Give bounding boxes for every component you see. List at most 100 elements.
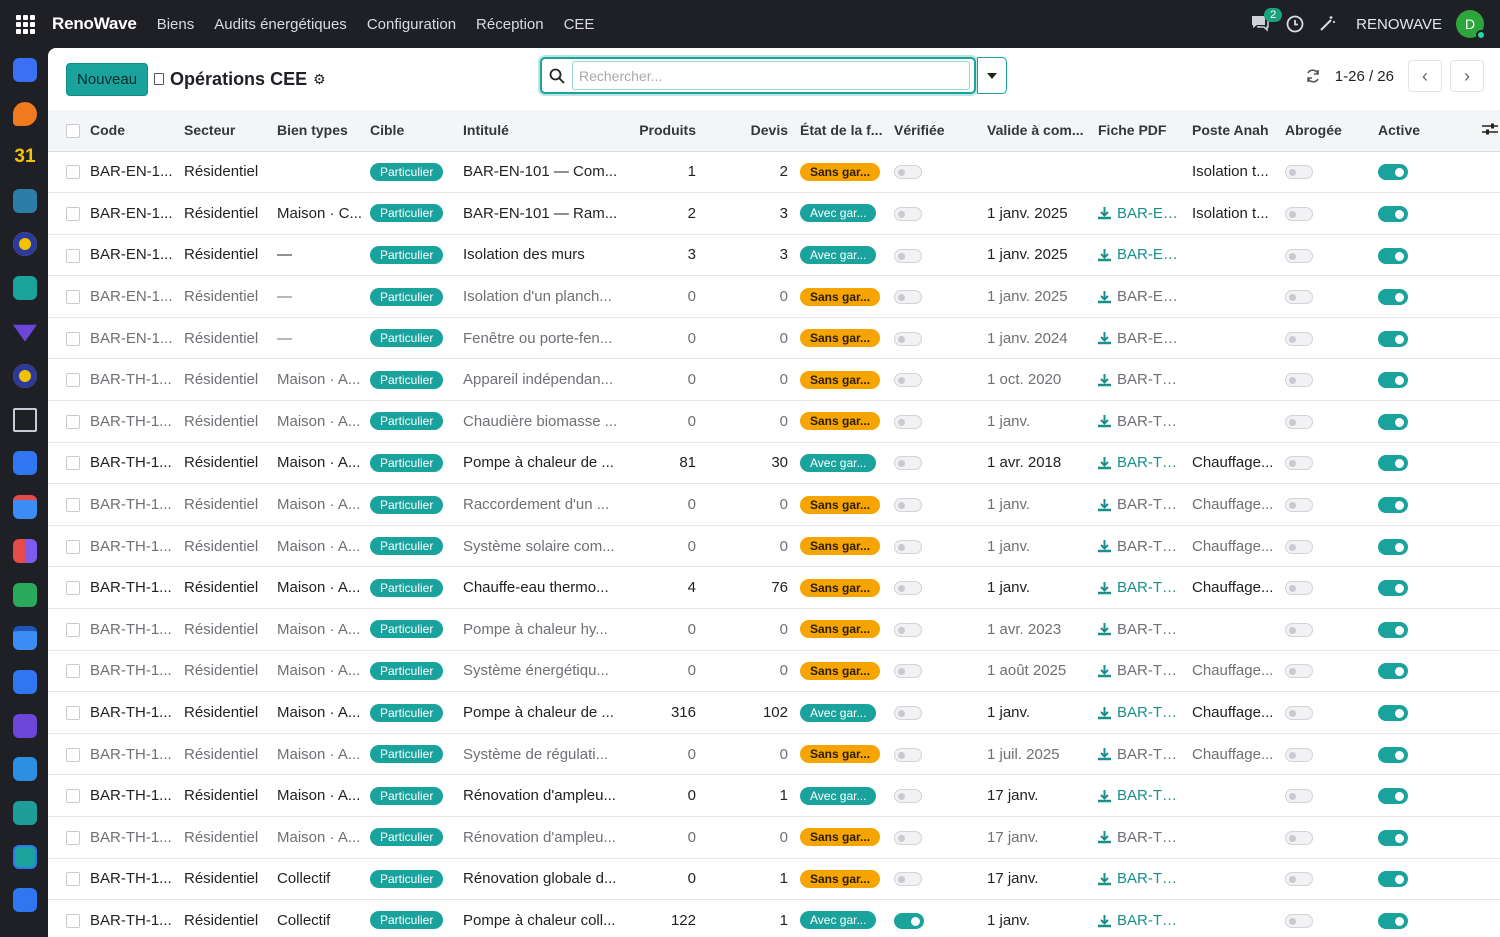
nav-biens[interactable]: Biens	[157, 16, 195, 33]
row-checkbox[interactable]	[66, 830, 80, 845]
table-row[interactable]: BAR-TH-1... Résidentiel Maison · A... Parti…	[48, 774, 1500, 817]
verifiee-toggle[interactable]	[894, 331, 922, 346]
contact-icon[interactable]	[13, 276, 37, 300]
row-checkbox[interactable]	[66, 456, 80, 471]
abrogee-toggle[interactable]	[1285, 664, 1313, 679]
col-intitule[interactable]: Intitulé	[457, 110, 633, 152]
row-checkbox[interactable]	[66, 373, 80, 388]
row-checkbox[interactable]	[66, 622, 80, 637]
verifiee-toggle[interactable]	[894, 373, 922, 388]
cell-fiche-pdf[interactable]: BAR-TH-1	[1092, 691, 1186, 734]
active-toggle[interactable]	[1378, 289, 1408, 306]
abrogee-toggle[interactable]	[1285, 706, 1313, 721]
search-input[interactable]	[572, 61, 970, 90]
verifiee-toggle[interactable]	[894, 206, 922, 221]
orange-chat-icon[interactable]	[13, 102, 37, 126]
table-row[interactable]: BAR-TH-1... Résidentiel Collectif Particuli…	[48, 899, 1500, 937]
verifiee-toggle[interactable]	[894, 414, 922, 429]
cell-fiche-pdf[interactable]: BAR-TH-1	[1092, 525, 1186, 568]
pdf-link[interactable]: BAR-TH-1	[1117, 912, 1186, 929]
abrogee-toggle[interactable]	[1285, 456, 1313, 471]
verifiee-toggle[interactable]	[894, 248, 922, 263]
blue-square-2-icon[interactable]	[13, 670, 37, 694]
abrogee-toggle[interactable]	[1285, 539, 1313, 554]
bank-icon[interactable]	[13, 408, 37, 432]
col-verifiee[interactable]: Vérifiée	[888, 110, 981, 152]
table-row[interactable]: BAR-EN-1... Résidentiel — Particulier Isolat…	[48, 234, 1500, 277]
table-row[interactable]: BAR-TH-1... Résidentiel Maison · A... Parti…	[48, 400, 1500, 443]
active-toggle[interactable]	[1378, 497, 1408, 514]
brand-name[interactable]: RenoWave	[52, 14, 137, 34]
refresh-icon[interactable]	[1305, 68, 1321, 84]
pdf-link[interactable]: BAR-TH-1	[1117, 496, 1186, 513]
search-icon[interactable]	[542, 68, 572, 84]
abrogee-toggle[interactable]	[1285, 830, 1313, 845]
company-switcher[interactable]: RENOWAVE	[1356, 16, 1442, 33]
pdf-link[interactable]: BAR-TH-1	[1117, 662, 1186, 679]
cell-fiche-pdf[interactable]: BAR-TH-1	[1092, 358, 1186, 402]
abrogee-toggle[interactable]	[1285, 914, 1313, 929]
verifiee-toggle[interactable]	[894, 747, 922, 762]
calendar-icon[interactable]	[13, 495, 37, 519]
verifiee-toggle[interactable]	[894, 498, 922, 513]
abrogee-toggle[interactable]	[1285, 581, 1313, 596]
calendar-2-icon[interactable]	[13, 626, 37, 650]
table-row[interactable]: BAR-TH-1... Résidentiel Maison · A... Parti…	[48, 566, 1500, 610]
app-menu-button[interactable]	[0, 0, 50, 48]
cell-fiche-pdf[interactable]: BAR-EN-1	[1092, 192, 1186, 235]
active-toggle[interactable]	[1378, 871, 1408, 888]
next-page-button[interactable]: ›	[1450, 60, 1484, 92]
active-toggle[interactable]	[1378, 205, 1408, 222]
plus-box-icon[interactable]	[13, 845, 37, 869]
select-all-checkbox[interactable]	[66, 124, 80, 139]
verifiee-toggle[interactable]	[894, 872, 922, 887]
pdf-link[interactable]: BAR-TH-1	[1117, 829, 1186, 846]
new-button[interactable]: Nouveau	[66, 62, 149, 96]
verifiee-toggle[interactable]	[894, 913, 924, 929]
coin-icon[interactable]	[13, 232, 37, 256]
active-toggle[interactable]	[1378, 829, 1408, 846]
team-icon[interactable]	[13, 801, 37, 825]
cell-fiche-pdf[interactable]: BAR-TH-1	[1092, 858, 1186, 901]
dollar-icon[interactable]	[13, 757, 37, 781]
row-checkbox[interactable]	[66, 206, 80, 221]
verifiee-toggle[interactable]	[894, 165, 922, 180]
abrogee-toggle[interactable]	[1285, 414, 1313, 429]
column-settings-button[interactable]	[1465, 110, 1500, 152]
verifiee-toggle[interactable]	[894, 581, 922, 596]
pdf-link[interactable]: BAR-TH-1	[1117, 538, 1186, 555]
row-checkbox[interactable]	[66, 331, 80, 346]
cell-fiche-pdf[interactable]: BAR-TH-1	[1092, 733, 1186, 776]
cell-fiche-pdf[interactable]: BAR-TH-1	[1092, 400, 1186, 443]
green-app-icon[interactable]	[13, 583, 37, 607]
cell-fiche-pdf[interactable]: BAR-EN-1	[1092, 234, 1186, 277]
active-toggle[interactable]	[1378, 413, 1408, 430]
row-checkbox[interactable]	[66, 747, 80, 762]
table-row[interactable]: BAR-TH-1... Résidentiel Collectif Particuli…	[48, 858, 1500, 901]
active-toggle[interactable]	[1378, 580, 1408, 597]
purple-app-icon[interactable]	[13, 714, 37, 738]
gear-icon[interactable]: ⚙	[313, 71, 326, 88]
active-toggle[interactable]	[1378, 247, 1408, 264]
cell-fiche-pdf[interactable]: BAR-TH-1	[1092, 566, 1186, 610]
row-checkbox[interactable]	[66, 248, 80, 263]
active-toggle[interactable]	[1378, 788, 1408, 805]
verifiee-toggle[interactable]	[894, 706, 922, 721]
pdf-link[interactable]: BAR-TH-1	[1117, 621, 1186, 638]
diamond-icon[interactable]	[13, 324, 37, 342]
cell-fiche-pdf[interactable]: BAR-TH-1	[1092, 608, 1186, 651]
cell-fiche-pdf[interactable]: BAR-TH-1	[1092, 650, 1186, 693]
col-devis[interactable]: Devis	[702, 110, 794, 152]
abrogee-toggle[interactable]	[1285, 373, 1313, 388]
pager-value[interactable]: 1-26 / 26	[1335, 68, 1394, 85]
row-checkbox[interactable]	[66, 789, 80, 804]
active-toggle[interactable]	[1378, 913, 1408, 929]
pdf-link[interactable]: BAR-TH-1	[1117, 787, 1186, 804]
col-code[interactable]: Code	[84, 110, 178, 152]
active-toggle[interactable]	[1378, 621, 1408, 638]
pdf-link[interactable]: BAR-TH-1	[1117, 704, 1186, 721]
coin-2-icon[interactable]	[13, 364, 37, 388]
abrogee-toggle[interactable]	[1285, 206, 1313, 221]
abrogee-toggle[interactable]	[1285, 248, 1313, 263]
cell-fiche-pdf[interactable]: BAR-TH-1	[1092, 816, 1186, 859]
